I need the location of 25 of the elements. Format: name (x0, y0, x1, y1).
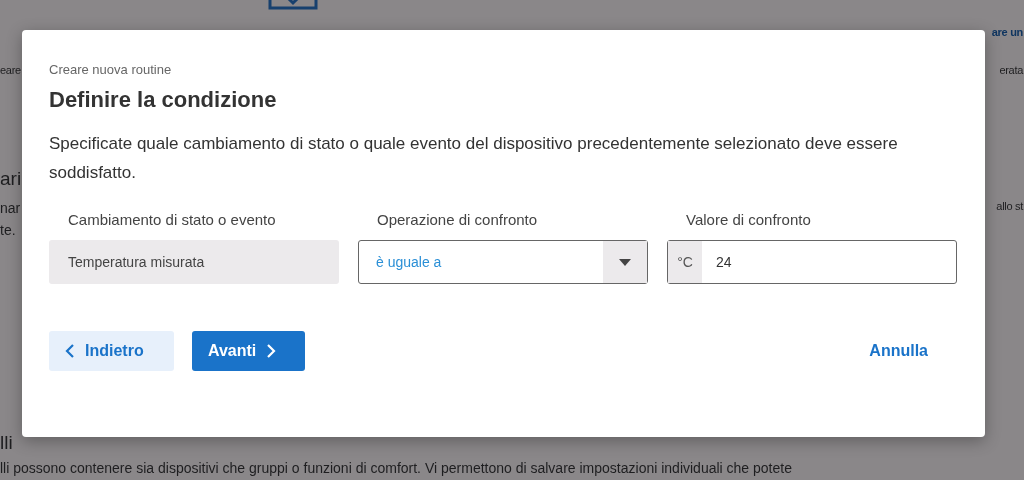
background-text: ari (0, 168, 22, 190)
field-label: Valore di confronto (685, 211, 812, 228)
cancel-button[interactable]: Annulla (861, 331, 936, 371)
background-text: nar (0, 200, 21, 216)
unit-label: °C (668, 241, 702, 283)
dialog-title: Definire la condizione (49, 87, 278, 113)
back-button[interactable]: Indietro (49, 331, 174, 371)
background-link[interactable]: are un (991, 26, 1023, 38)
chevron-right-icon (266, 344, 277, 358)
chevron-left-icon (65, 344, 75, 358)
dropdown[interactable]: è uguale a (358, 240, 648, 284)
field-label: Operazione di confronto (376, 211, 539, 228)
readonly-field: Temperatura misurata (49, 240, 339, 284)
background-text: lli (0, 432, 13, 454)
input-field[interactable]: °C 24 (667, 240, 957, 284)
background-text: te. (0, 222, 16, 238)
background-text: eare (0, 64, 21, 76)
background-text: erata (999, 64, 1023, 76)
breadcrumb: Creare nuova routine (49, 62, 173, 77)
next-button[interactable]: Avanti (192, 331, 305, 371)
description: Specificate quale cambiamento di stato o quale evento del dispositivo precedentemente selezionato deve essere soddisfatto. (49, 133, 899, 184)
background-text: lli possono contenere sia dispositivi che gruppi o funzioni di comfort. Vi permettono di salvare impostazioni individuali che potete (0, 460, 792, 476)
field-label: Cambiamento di stato o evento (67, 211, 277, 228)
caret-down-icon (619, 258, 631, 266)
background-text: allo st (996, 200, 1023, 212)
